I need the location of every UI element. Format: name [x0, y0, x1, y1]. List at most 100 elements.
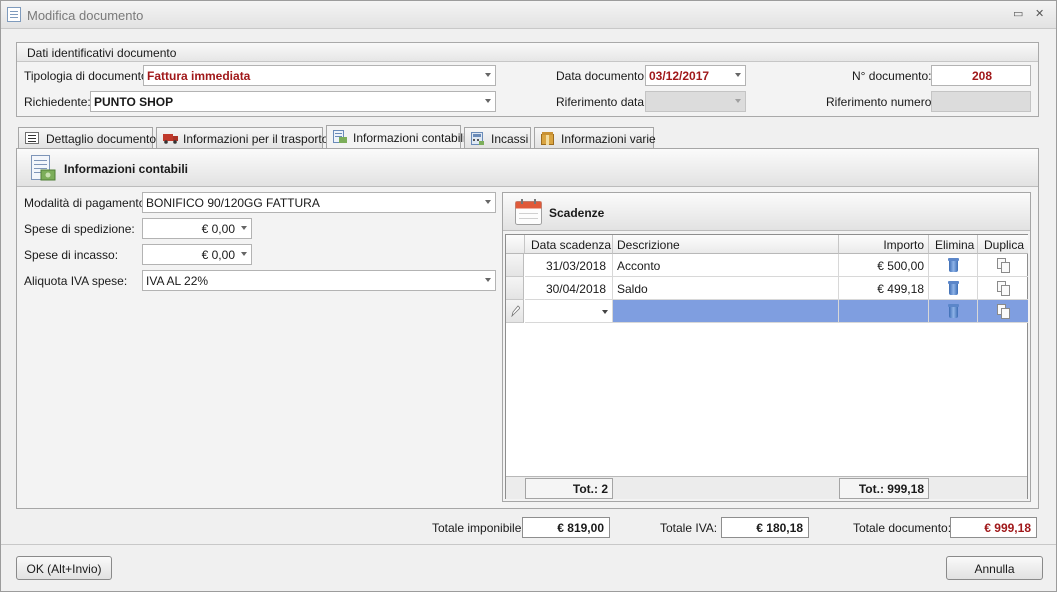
copy-icon	[997, 281, 1010, 296]
data-documento-label: Data documento:	[556, 69, 648, 83]
modalita-pagamento-value: BONIFICO 90/120GG FATTURA	[146, 196, 320, 210]
column-header-duplica[interactable]: Duplica	[978, 235, 1028, 254]
totale-iva-field: € 180,18	[721, 517, 809, 538]
duplicate-row-button[interactable]	[978, 300, 1028, 323]
cell-text: Saldo	[617, 282, 648, 296]
row-indicator[interactable]	[506, 277, 524, 300]
spese-incasso-label: Spese di incasso:	[24, 248, 119, 262]
spese-spedizione-field[interactable]: € 0,00	[142, 218, 252, 239]
footer-total-cell: Tot.: 999,18	[839, 478, 929, 499]
numero-documento-label: N° documento:	[852, 69, 932, 83]
totale-documento-label: Totale documento:	[853, 521, 952, 535]
tab-informazioni-trasporto[interactable]: Informazioni per il trasporto	[156, 127, 328, 148]
new-row-indicator[interactable]	[506, 300, 524, 323]
scadenze-title: Scadenze	[549, 206, 605, 220]
chevron-down-icon	[485, 73, 491, 77]
chevron-down-icon	[485, 99, 491, 103]
table-cell-descrizione[interactable]: Acconto	[613, 254, 839, 277]
riferimento-numero-field	[931, 91, 1031, 112]
package-icon	[541, 132, 555, 145]
tab-dettaglio-documento[interactable]: Dettaglio documento	[18, 127, 156, 148]
document-edit-window: Modifica documento ▭ ✕ Dati identificati…	[0, 0, 1057, 592]
riferimento-numero-label: Riferimento numero:	[826, 95, 935, 109]
column-header-label: Data scadenza	[531, 238, 612, 252]
spese-spedizione-label: Spese di spedizione:	[24, 222, 135, 236]
column-header-importo[interactable]: Importo	[839, 235, 929, 254]
duplicate-row-button[interactable]	[978, 254, 1028, 277]
delete-row-button[interactable]	[929, 254, 978, 277]
scadenze-grid: Data scadenza Descrizione Importo Elimin…	[505, 234, 1028, 499]
data-documento-field[interactable]: 03/12/2017	[645, 65, 746, 86]
numero-documento-field[interactable]: 208	[931, 65, 1031, 86]
identification-group-header: Dati identificativi documento	[17, 43, 1038, 62]
grid-footer: Tot.: 2 Tot.: 999,18	[506, 476, 1027, 499]
cell-text: € 499,18	[877, 282, 924, 296]
restore-icon[interactable]: ▭	[1013, 9, 1023, 20]
trash-icon	[948, 258, 959, 272]
table-cell-data[interactable]: 30/04/2018	[525, 277, 613, 300]
footer-count-text: Tot.: 2	[572, 482, 608, 496]
modalita-pagamento-combo[interactable]: BONIFICO 90/120GG FATTURA	[142, 192, 496, 213]
window-title: Modifica documento	[27, 8, 144, 23]
tipologia-label: Tipologia di documento:	[24, 69, 151, 83]
footer-total-text: Tot.: 999,18	[858, 482, 924, 496]
richiedente-combo[interactable]: PUNTO SHOP	[90, 91, 496, 112]
column-header-label: Duplica	[984, 238, 1025, 252]
spese-incasso-field[interactable]: € 0,00	[142, 244, 252, 265]
duplicate-row-button[interactable]	[978, 277, 1028, 300]
tab-incassi[interactable]: Incassi	[464, 127, 531, 148]
totale-iva-value: € 180,18	[756, 521, 803, 535]
column-header-elimina[interactable]: Elimina	[929, 235, 978, 254]
new-row-importo[interactable]	[839, 300, 929, 323]
document-icon	[7, 7, 21, 22]
totale-iva-label: Totale IVA:	[660, 521, 718, 535]
scadenze-header: Scadenze	[503, 193, 1030, 231]
grid-corner	[506, 235, 525, 254]
aliquota-iva-combo[interactable]: IVA AL 22%	[142, 270, 496, 291]
pencil-icon	[510, 305, 521, 320]
truck-icon	[163, 132, 178, 144]
new-row-date-combo[interactable]	[525, 300, 613, 323]
delete-row-button[interactable]	[929, 277, 978, 300]
tab-informazioni-varie[interactable]: Informazioni varie	[534, 127, 656, 148]
table-cell-data[interactable]: 31/03/2018	[525, 254, 613, 277]
chevron-down-icon	[735, 73, 741, 77]
chevron-down-icon	[485, 200, 491, 204]
section-title: Informazioni contabili	[64, 162, 189, 176]
numero-documento-value: 208	[971, 69, 992, 83]
richiedente-value: PUNTO SHOP	[94, 95, 174, 109]
data-documento-value: 03/12/2017	[649, 69, 710, 83]
totale-imponibile-label: Totale imponibile:	[432, 521, 525, 535]
column-header-descrizione[interactable]: Descrizione	[613, 235, 839, 254]
trash-icon	[948, 281, 959, 295]
richiedente-label: Richiedente:	[24, 95, 91, 109]
cell-text: € 500,00	[877, 259, 924, 273]
tipologia-value: Fattura immediata	[147, 69, 251, 83]
document-list-icon	[25, 132, 39, 144]
delete-row-button[interactable]	[929, 300, 978, 323]
calculator-icon	[471, 132, 485, 145]
row-indicator[interactable]	[506, 254, 524, 277]
calendar-icon	[514, 198, 544, 229]
table-cell-importo[interactable]: € 499,18	[839, 277, 929, 300]
footer-separator	[1, 544, 1056, 545]
ok-button-label: OK (Alt+Invio)	[26, 562, 102, 576]
table-cell-importo[interactable]: € 500,00	[839, 254, 929, 277]
new-row-descrizione[interactable]	[613, 300, 839, 323]
tab-informazioni-contabili[interactable]: Informazioni contabili	[326, 125, 466, 149]
totale-documento-field: € 999,18	[950, 517, 1037, 538]
column-header-label: Importo	[883, 238, 924, 252]
table-cell-descrizione[interactable]: Saldo	[613, 277, 839, 300]
ok-button[interactable]: OK (Alt+Invio)	[16, 556, 112, 580]
accounting-icon	[333, 130, 347, 143]
totale-imponibile-field: € 819,00	[522, 517, 610, 538]
aliquota-iva-label: Aliquota IVA spese:	[24, 274, 128, 288]
close-icon[interactable]: ✕	[1035, 9, 1044, 20]
column-header-label: Descrizione	[617, 238, 680, 252]
identification-group-title: Dati identificativi documento	[27, 46, 177, 60]
column-header-data-scadenza[interactable]: Data scadenza	[525, 235, 613, 254]
annulla-button[interactable]: Annulla	[946, 556, 1043, 580]
modalita-pagamento-label: Modalità di pagamento:	[24, 196, 149, 210]
tipologia-combo[interactable]: Fattura immediata	[143, 65, 496, 86]
title-bar: Modifica documento ▭ ✕	[1, 1, 1056, 29]
